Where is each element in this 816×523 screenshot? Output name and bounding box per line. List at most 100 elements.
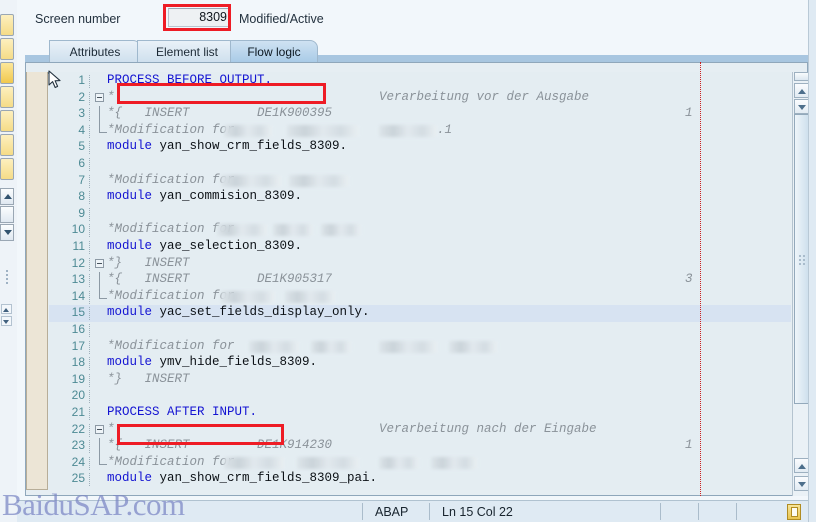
rail-scroll-up-button[interactable]	[0, 188, 14, 205]
code-line[interactable]: 18 module ymv_hide_fields_8309.	[49, 355, 791, 372]
code-line[interactable]: 16	[49, 322, 791, 339]
line-number: 23	[71, 438, 85, 453]
redacted-text	[249, 340, 299, 353]
line-number: 16	[71, 322, 85, 336]
code-line[interactable]: 17 *Modification for	[49, 339, 791, 356]
rail-button-6[interactable]	[0, 134, 14, 156]
scrollbar-down-button[interactable]	[794, 99, 809, 114]
code-line[interactable]: 9	[49, 206, 791, 223]
gutter-separator	[89, 241, 91, 254]
fold-guide-line	[99, 106, 100, 124]
line-number: 25	[71, 471, 85, 486]
line-number: 6	[78, 156, 85, 170]
code-line[interactable]: 24 *Modification for	[49, 454, 791, 472]
rail-button-4[interactable]	[0, 86, 14, 108]
redacted-text	[379, 124, 437, 137]
code-text: *{ INSERT DE1K900395	[107, 106, 333, 121]
rail-scroll-down-button[interactable]	[0, 224, 14, 241]
code-text: PROCESS BEFORE OUTPUT.	[107, 73, 273, 87]
code-text: module yan_show_crm_fields_8309.	[107, 139, 348, 154]
code-line[interactable]: 25 module yan_show_crm_fields_8309_pai.	[49, 471, 791, 488]
code-line[interactable]: 3 *{ INSERT DE1K900395 1	[49, 106, 791, 124]
code-editor[interactable]: 1 PROCESS BEFORE OUTPUT. 2 * Verarbeitung vo…	[49, 72, 791, 490]
redacted-text	[221, 174, 281, 187]
tab-attributes[interactable]: Attributes	[49, 40, 141, 62]
status-divider-4	[698, 503, 699, 520]
code-line[interactable]: 10 *Modification for	[49, 222, 791, 239]
tab-bar: Attributes Element list Flow logic	[17, 38, 816, 62]
code-line[interactable]: 22 * Verarbeitung nach der Eingabe	[49, 422, 791, 439]
tab-flow-logic[interactable]: Flow logic	[230, 40, 318, 62]
rail-spacer-button[interactable]	[0, 206, 14, 223]
redacted-text	[285, 290, 335, 303]
rail-button-1[interactable]	[0, 14, 14, 36]
rail-button-7[interactable]	[0, 158, 14, 180]
tab-element-list[interactable]: Element list	[137, 40, 237, 62]
code-text-suffix: .1	[437, 122, 453, 137]
code-text: *Modification for	[107, 454, 235, 469]
rail-mini-up-icon[interactable]	[1, 304, 12, 314]
scrollbar-thumb[interactable]	[794, 114, 809, 404]
code-line[interactable]: 1 PROCESS BEFORE OUTPUT.	[49, 73, 791, 90]
rail-grip[interactable]	[4, 268, 10, 290]
code-line[interactable]: 8 module yan_commision_8309.	[49, 189, 791, 206]
gutter-separator	[89, 224, 91, 238]
redacted-text	[217, 224, 267, 237]
fold-collapse-icon[interactable]	[95, 92, 104, 102]
line-number: 15	[71, 305, 85, 320]
line-number: 5	[78, 139, 85, 154]
scrollbar-up-button[interactable]	[794, 83, 809, 98]
code-line[interactable]: 13 *{ INSERT DE1K905317 3	[49, 272, 791, 290]
screen-number-input[interactable]: 8309	[168, 8, 231, 27]
gutter-separator	[89, 108, 91, 122]
code-line[interactable]: 11 module yae_selection_8309.	[49, 239, 791, 256]
gutter-separator	[89, 290, 91, 304]
fold-guide-elbow	[99, 288, 107, 299]
code-comment-tail: Verarbeitung vor der Ausgabe	[379, 89, 590, 104]
code-line[interactable]: 14 *Modification for	[49, 288, 791, 306]
fold-guide-elbow	[99, 122, 107, 133]
code-line[interactable]: 12 *} INSERT	[49, 256, 791, 273]
fold-collapse-icon[interactable]	[95, 258, 104, 268]
code-line[interactable]: 7 *Modification for	[49, 173, 791, 190]
gutter-separator	[89, 91, 91, 105]
mouse-cursor-icon	[48, 70, 61, 89]
code-line[interactable]: 2 * Verarbeitung vor der Ausgabe	[49, 90, 791, 107]
fold-collapse-icon[interactable]	[95, 424, 104, 434]
code-line[interactable]: 21 PROCESS AFTER INPUT.	[49, 405, 791, 422]
revision-number: 1	[685, 438, 693, 453]
scrollbar-bottom-up-button[interactable]	[794, 458, 809, 473]
margin-guide-line	[700, 62, 701, 496]
line-number: 8	[78, 189, 85, 204]
redacted-text	[224, 456, 284, 469]
rail-button-3[interactable]	[0, 62, 14, 84]
watermark: BaiduSAP.com	[2, 487, 185, 522]
code-line[interactable]: 5 module yan_show_crm_fields_8309.	[49, 139, 791, 156]
code-text: *} INSERT	[107, 255, 190, 270]
scrollbar-top-cap[interactable]	[794, 72, 809, 81]
status-cursor-position: Ln 15 Col 22	[442, 505, 513, 519]
line-number: 13	[71, 272, 85, 287]
code-text: module ymv_hide_fields_8309.	[107, 355, 318, 370]
screen-status-text: Modified/Active	[239, 12, 324, 26]
fold-guide-line	[99, 272, 100, 290]
code-line[interactable]: 4 *Modification for .1	[49, 122, 791, 140]
code-line[interactable]: 23 *{ INSERT DE1K914230 1	[49, 438, 791, 456]
editor-vertical-scrollbar[interactable]	[792, 72, 809, 496]
rail-mini-down-icon[interactable]	[1, 316, 12, 326]
window-right-edge	[808, 0, 816, 522]
code-line[interactable]: 20	[49, 388, 791, 405]
code-text: *	[107, 421, 115, 436]
rail-button-2[interactable]	[0, 38, 14, 60]
code-line[interactable]: 6	[49, 156, 791, 173]
redacted-text	[431, 456, 477, 469]
fold-guide-elbow	[99, 454, 107, 465]
rail-button-5[interactable]	[0, 110, 14, 132]
code-line[interactable]: 15 module yac_set_fields_display_only.	[49, 305, 791, 322]
redacted-text	[221, 290, 275, 303]
line-number: 21	[71, 405, 85, 419]
code-text: *{ INSERT DE1K914230	[107, 438, 333, 453]
scrollbar-bottom-down-button[interactable]	[794, 476, 809, 491]
document-icon[interactable]	[787, 504, 801, 520]
code-line[interactable]: 19 *} INSERT	[49, 372, 791, 389]
